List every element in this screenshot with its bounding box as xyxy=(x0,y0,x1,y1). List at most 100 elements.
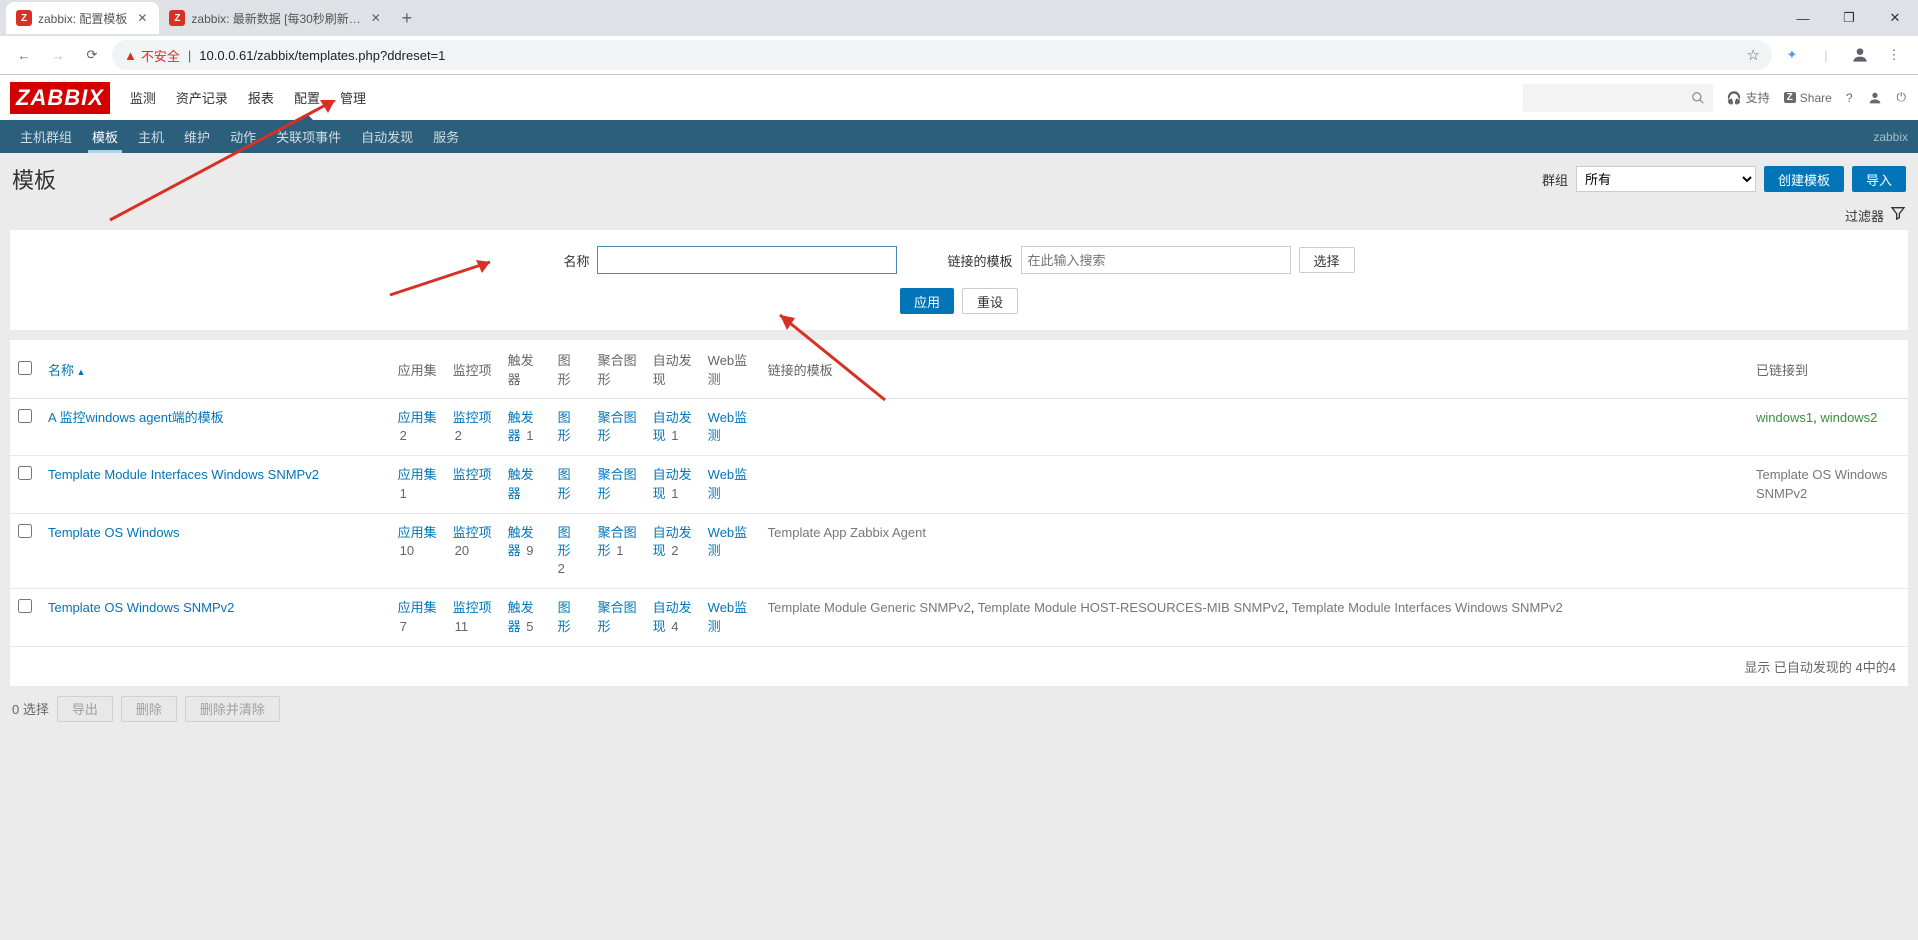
omnibox[interactable]: ▲ 不安全 | 10.0.0.61/zabbix/templates.php?d… xyxy=(112,40,1772,70)
col-web: Web监测 xyxy=(700,340,760,399)
cell-link[interactable]: 聚合图形 xyxy=(598,467,637,500)
create-template-button[interactable]: 创建模板 xyxy=(1764,166,1844,192)
share-link[interactable]: Z Share xyxy=(1784,91,1832,105)
sub-menu-6[interactable]: 自动发现 xyxy=(351,120,423,153)
zabbix-logo[interactable]: ZABBIX xyxy=(10,82,110,114)
cell-link[interactable]: Web监测 xyxy=(708,600,748,633)
cell-link[interactable]: 应用集 xyxy=(398,410,437,425)
filter-name-input[interactable] xyxy=(597,246,897,274)
cell-link[interactable]: 触发器 xyxy=(508,467,534,500)
tab-title: zabbix: 最新数据 [每30秒刷新… xyxy=(191,10,360,27)
linked-to-link[interactable]: windows1 xyxy=(1756,410,1813,425)
url-separator: | xyxy=(188,48,191,63)
sub-menu-7[interactable]: 服务 xyxy=(423,120,469,153)
col-discovery: 自动发现 xyxy=(645,340,700,399)
table-row: Template OS Windows SNMPv2应用集 7监控项 11触发器… xyxy=(10,589,1908,646)
select-button[interactable]: 选择 xyxy=(1299,247,1355,273)
forward-icon[interactable]: → xyxy=(44,41,72,69)
cell-link[interactable]: 监控项 xyxy=(453,525,492,540)
reset-button[interactable]: 重设 xyxy=(962,288,1018,314)
linked-to-link[interactable]: windows2 xyxy=(1820,410,1877,425)
global-search[interactable] xyxy=(1523,84,1713,112)
col-linked-tpl: 链接的模板 xyxy=(760,340,1748,399)
close-icon[interactable]: ✕ xyxy=(133,11,151,25)
top-menu-1[interactable]: 资产记录 xyxy=(166,75,238,120)
row-checkbox[interactable] xyxy=(18,409,32,423)
user-icon[interactable] xyxy=(1867,90,1883,106)
browser-tab-1[interactable]: Z zabbix: 最新数据 [每30秒刷新… ✕ xyxy=(159,2,392,34)
cell-link[interactable]: 图形 xyxy=(558,467,571,500)
minimize-icon[interactable]: — xyxy=(1780,2,1826,34)
group-select[interactable]: 所有 xyxy=(1576,166,1756,192)
sub-menu-1[interactable]: 模板 xyxy=(82,120,128,153)
cell-link[interactable]: 聚合图形 xyxy=(598,600,637,633)
select-all-checkbox[interactable] xyxy=(18,361,32,375)
cell-link[interactable]: Web监测 xyxy=(708,467,748,500)
profile-icon[interactable] xyxy=(1846,41,1874,69)
extension-icon[interactable]: ✦ xyxy=(1778,41,1806,69)
cell-link[interactable]: 聚合图形 xyxy=(598,410,637,443)
top-right: 🎧 支持 Z Share ? ⏻ xyxy=(1523,84,1918,112)
cell-link[interactable]: 应用集 xyxy=(398,525,437,540)
filter-linked-input[interactable] xyxy=(1021,246,1291,274)
support-link[interactable]: 🎧 支持 xyxy=(1727,89,1770,106)
cell-link[interactable]: 监控项 xyxy=(453,410,492,425)
cell-link[interactable]: 应用集 xyxy=(398,600,437,615)
cell-link[interactable]: 图形 xyxy=(558,600,571,633)
logout-icon[interactable]: ⏻ xyxy=(1897,90,1907,105)
delete-button[interactable]: 删除 xyxy=(121,696,177,722)
delete-clear-button[interactable]: 删除并清除 xyxy=(185,696,280,722)
close-icon[interactable]: ✕ xyxy=(367,11,385,25)
table-footer: 显示 已自动发现的 4中的4 xyxy=(10,647,1908,686)
filter-toggle[interactable]: 过滤器 xyxy=(1845,206,1884,225)
not-secure-badge: ▲ 不安全 xyxy=(124,46,180,65)
browser-tab-0[interactable]: Z zabbix: 配置模板 ✕ xyxy=(6,2,159,34)
cell-link[interactable]: 监控项 xyxy=(453,467,492,482)
close-window-icon[interactable]: ✕ xyxy=(1872,2,1918,34)
linked-tpl-link[interactable]: Template Module Interfaces Windows SNMPv… xyxy=(1292,600,1563,615)
top-menu-3[interactable]: 配置 xyxy=(284,75,330,120)
col-apps: 应用集 xyxy=(390,340,445,399)
sub-menu-0[interactable]: 主机群组 xyxy=(10,120,82,153)
zabbix-topbar: ZABBIX 监测资产记录报表配置管理 🎧 支持 Z Share ? ⏻ xyxy=(0,75,1918,120)
template-name-link[interactable]: Template OS Windows SNMPv2 xyxy=(48,600,234,615)
funnel-icon[interactable] xyxy=(1890,205,1906,226)
top-menu-4[interactable]: 管理 xyxy=(330,75,376,120)
sub-menu-2[interactable]: 主机 xyxy=(128,120,174,153)
cell-link[interactable]: Web监测 xyxy=(708,410,748,443)
new-tab-button[interactable]: + xyxy=(393,4,421,32)
templates-table-wrap: 名称 应用集 监控项 触发器 图形 聚合图形 自动发现 Web监测 链接的模板 … xyxy=(10,340,1908,686)
cell-link[interactable]: 监控项 xyxy=(453,600,492,615)
sub-menu-5[interactable]: 关联项事件 xyxy=(266,120,351,153)
row-checkbox[interactable] xyxy=(18,524,32,538)
top-menu-0[interactable]: 监测 xyxy=(120,75,166,120)
apply-button[interactable]: 应用 xyxy=(900,288,954,314)
sub-menu-4[interactable]: 动作 xyxy=(220,120,266,153)
import-button[interactable]: 导入 xyxy=(1852,166,1906,192)
top-menu-2[interactable]: 报表 xyxy=(238,75,284,120)
bookmark-icon[interactable]: ☆ xyxy=(1747,46,1760,64)
export-button[interactable]: 导出 xyxy=(57,696,113,722)
cell-link[interactable]: 图形 xyxy=(558,410,571,443)
sub-menu-3[interactable]: 维护 xyxy=(174,120,220,153)
back-icon[interactable]: ← xyxy=(10,41,38,69)
row-checkbox[interactable] xyxy=(18,466,32,480)
filter-tab-row: 过滤器 xyxy=(0,205,1918,230)
help-icon[interactable]: ? xyxy=(1846,91,1853,105)
template-name-link[interactable]: Template Module Interfaces Windows SNMPv… xyxy=(48,467,319,482)
row-checkbox[interactable] xyxy=(18,599,32,613)
reload-icon[interactable]: ⟳ xyxy=(78,41,106,69)
template-name-link[interactable]: A 监控windows agent端的模板 xyxy=(48,410,224,425)
maximize-icon[interactable]: ❐ xyxy=(1826,2,1872,34)
cell-link[interactable]: 应用集 xyxy=(398,467,437,482)
col-name[interactable]: 名称 xyxy=(48,363,85,378)
linked-tpl-link[interactable]: Template Module Generic SNMPv2 xyxy=(768,600,971,615)
linked-tpl-link[interactable]: Template App Zabbix Agent xyxy=(768,525,926,540)
template-name-link[interactable]: Template OS Windows xyxy=(48,525,180,540)
filter-linked-label: 链接的模板 xyxy=(947,251,1012,270)
linked-to-link[interactable]: Template OS Windows SNMPv2 xyxy=(1756,467,1888,500)
cell-link[interactable]: 图形 xyxy=(558,525,571,558)
cell-link[interactable]: Web监测 xyxy=(708,525,748,558)
linked-tpl-link[interactable]: Template Module HOST-RESOURCES-MIB SNMPv… xyxy=(978,600,1285,615)
menu-icon[interactable]: ⋮ xyxy=(1880,41,1908,69)
